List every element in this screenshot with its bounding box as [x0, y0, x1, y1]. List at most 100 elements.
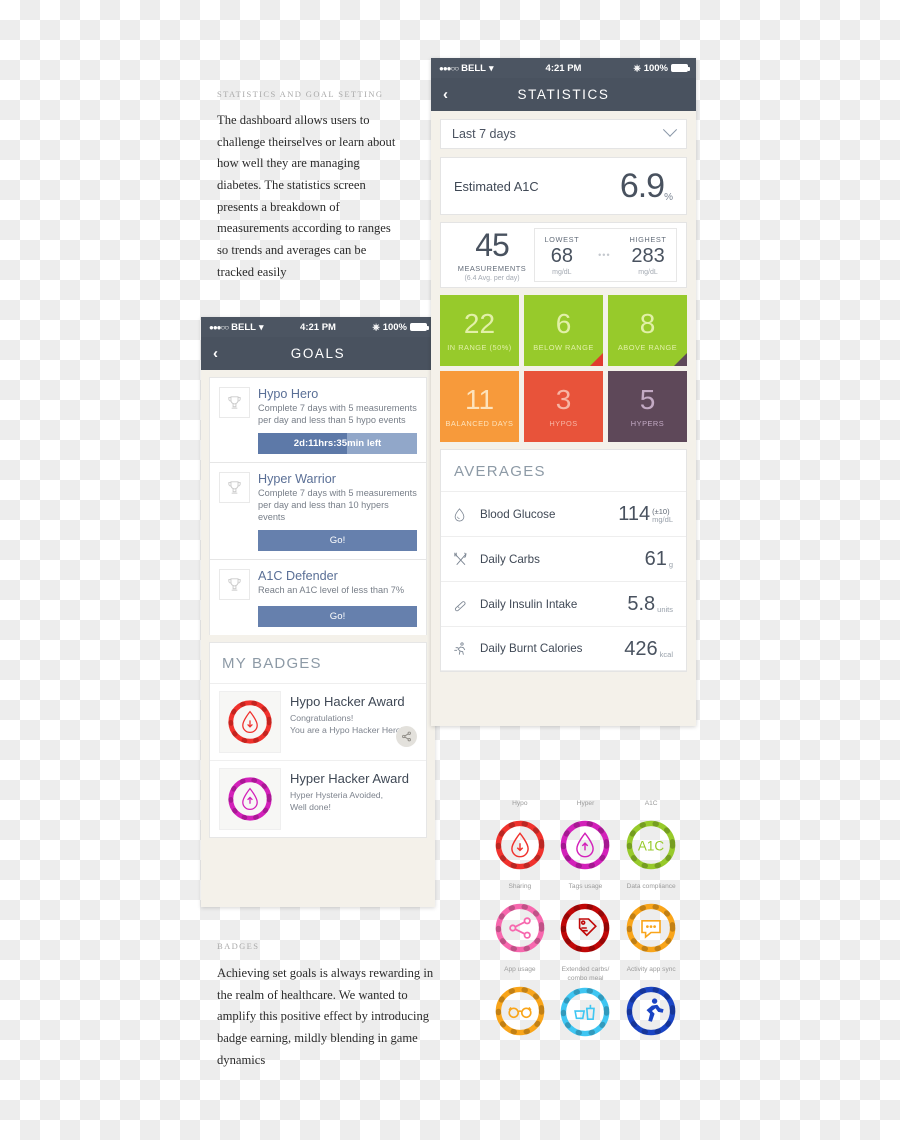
runner-icon — [452, 641, 480, 657]
stat-tile[interactable]: 8 ABOVE RANGE — [608, 295, 687, 366]
carrier-label: BELL — [461, 62, 486, 74]
stat-tile-label: IN RANGE (50%) — [447, 342, 512, 352]
badge-item-hypo-hacker[interactable]: Hypo Hacker Award Congratulations! You a… — [210, 684, 426, 761]
goal-title: A1C Defender — [258, 568, 338, 583]
chevron-down-icon — [662, 122, 678, 137]
stat-tile[interactable]: 3 HYPOS — [524, 371, 603, 442]
badge-sheet-label: Sharing — [508, 883, 532, 890]
stat-tile-value: 6 — [555, 307, 572, 339]
average-name: Daily Insulin Intake — [480, 597, 578, 611]
speech-bubble-icon — [624, 901, 678, 960]
goal-card-hypo-hero[interactable]: Hypo Hero Complete 7 days with 5 measure… — [209, 377, 427, 462]
goals-content: Hypo Hero Complete 7 days with 5 measure… — [201, 370, 435, 847]
badge-sheet-item[interactable]: A1C A1C — [618, 800, 684, 877]
signal-dots-icon: ●●●○○ — [439, 63, 459, 73]
share-icon[interactable] — [396, 725, 417, 747]
carrier-label: BELL — [231, 321, 256, 333]
stat-tile-label: BELOW RANGE — [533, 342, 594, 352]
badge-sheet-label: Data compliance — [626, 883, 676, 890]
stat-tile-label: ABOVE RANGE — [617, 342, 678, 352]
range-separator: ••• — [598, 250, 611, 260]
average-unit: kcal — [659, 649, 673, 659]
goals-phone-screen: ●●●○○ BELL ▾ 4:21 PM ⎈ 100% ‹ GOALS Hypo… — [201, 317, 435, 907]
battery-icon — [410, 323, 429, 331]
badge-sheet-item[interactable]: Hypo — [487, 800, 553, 877]
my-badges-heading: MY BADGES — [210, 643, 426, 684]
goals-nav-bar: ‹ GOALS — [201, 337, 435, 370]
stat-tile-value: 8 — [639, 307, 656, 339]
back-icon[interactable]: ‹ — [443, 87, 448, 102]
badge-sheet-item[interactable]: Hyper — [553, 800, 619, 877]
lowest-label: LOWEST — [544, 234, 580, 244]
badge-title: Hyper Hacker Award — [290, 770, 409, 786]
average-name: Daily Burnt Calories — [480, 642, 583, 655]
my-badges-panel: MY BADGES Hypo Hacker Award Congratulati… — [209, 641, 427, 838]
goal-go-button[interactable]: Go! — [258, 605, 417, 627]
signal-dots-icon: ●●●○○ — [209, 322, 229, 332]
badge-sheet-item[interactable]: Sharing — [487, 883, 553, 960]
stat-tile-label: HYPERS — [630, 418, 665, 428]
droplet-up-icon — [558, 818, 612, 877]
badge-sheet-label: A1C — [644, 800, 658, 807]
trophy-icon — [219, 387, 250, 418]
goal-card-hyper-warrior[interactable]: Hyper Warrior Complete 7 days with 5 mea… — [209, 461, 427, 559]
trophy-icon — [219, 471, 250, 503]
badge-sheet-item[interactable]: Extended carbs/ combo meal — [553, 966, 619, 1044]
annotation-badges: BADGES Achieving set goals is always rew… — [217, 941, 443, 1071]
trophy-icon — [219, 568, 250, 600]
badge-sheet-item[interactable]: Data compliance — [618, 883, 684, 960]
badge-title: Hypo Hacker Award — [290, 693, 405, 709]
estimated-a1c-label: Estimated A1C — [454, 178, 539, 194]
averages-heading: AVERAGES — [454, 463, 546, 480]
goal-progress-bar[interactable]: 2d:11hrs:35min left — [258, 432, 417, 454]
stat-tile[interactable]: 22 IN RANGE (50%) — [440, 295, 519, 366]
badge-sheet-label: App usage — [504, 966, 536, 973]
goal-card-a1c-defender[interactable]: A1C Defender Reach an A1C level of less … — [209, 558, 427, 635]
goal-description: Complete 7 days with 5 measurements per … — [258, 487, 417, 523]
badge-sheet-item[interactable]: Tags usage — [553, 883, 619, 960]
goal-title: Hyper Warrior — [258, 471, 336, 486]
statistics-tiles-grid: 22 IN RANGE (50%) 6 BELOW RANGE 8 ABOVE RANGE… — [440, 295, 687, 442]
back-icon[interactable]: ‹ — [213, 346, 218, 361]
average-row-daily-insulin: Daily Insulin Intake 5.8 units — [441, 581, 686, 626]
share-icon — [493, 901, 547, 960]
cutlery-icon — [452, 551, 480, 568]
average-row-daily-carbs: Daily Carbs 61 g — [441, 536, 686, 581]
average-value: 5.8 — [627, 593, 656, 615]
estimated-a1c-value: 6.9 — [619, 167, 665, 205]
stats-nav-bar: ‹ STATISTICS — [431, 78, 696, 111]
stat-tile-value: 11 — [464, 383, 495, 415]
battery-percent-label: 100% — [382, 321, 407, 333]
estimated-a1c-card: Estimated A1C 6.9 % — [440, 157, 687, 215]
stat-tile[interactable]: 11 BALANCED DAYS — [440, 371, 519, 442]
stat-tile-corner-flag — [674, 353, 687, 366]
badge-sheet-item[interactable]: Activity app sync — [618, 966, 684, 1044]
badge-sheet-item[interactable]: App usage — [487, 966, 553, 1044]
goal-go-button[interactable]: Go! — [258, 529, 417, 551]
goal-description: Reach an A1C level of less than 7% — [258, 584, 405, 595]
badge-sheet-label: Tags usage — [568, 883, 603, 890]
annotation-kicker: STATISTICS AND GOAL SETTING — [217, 89, 384, 99]
stat-tile[interactable]: 6 BELOW RANGE — [524, 295, 603, 366]
range-selector-value: Last 7 days — [452, 127, 516, 141]
average-unit: mg/dL — [652, 515, 673, 525]
badge-item-hyper-hacker[interactable]: Hyper Hacker Award Hyper Hysteria Avoide… — [210, 761, 426, 837]
bluetooth-icon: ⎈ — [633, 62, 641, 73]
goals-title: GOALS — [290, 346, 346, 361]
droplet-down-icon — [493, 818, 547, 877]
bluetooth-icon: ⎈ — [372, 321, 380, 332]
statistics-title: STATISTICS — [517, 87, 610, 102]
highest-unit: mg/dL — [638, 268, 658, 276]
range-selector-dropdown[interactable]: Last 7 days — [440, 119, 687, 149]
clock-label: 4:21 PM — [545, 62, 582, 74]
measurements-subcaption: (6.4 Avg. per day) — [464, 274, 520, 282]
stat-tile[interactable]: 5 HYPERS — [608, 371, 687, 442]
droplet-down-icon — [219, 690, 281, 753]
average-value: 114 — [618, 503, 651, 525]
a1c-text-icon: A1C — [624, 818, 678, 877]
average-row-burnt-calories: Daily Burnt Calories 426 kcal — [441, 626, 686, 671]
battery-percent-label: 100% — [643, 62, 668, 74]
highest-value: 283 — [631, 244, 665, 267]
highest-reading: HIGHEST 283 mg/dL — [629, 235, 666, 276]
highest-label: HIGHEST — [629, 234, 667, 244]
